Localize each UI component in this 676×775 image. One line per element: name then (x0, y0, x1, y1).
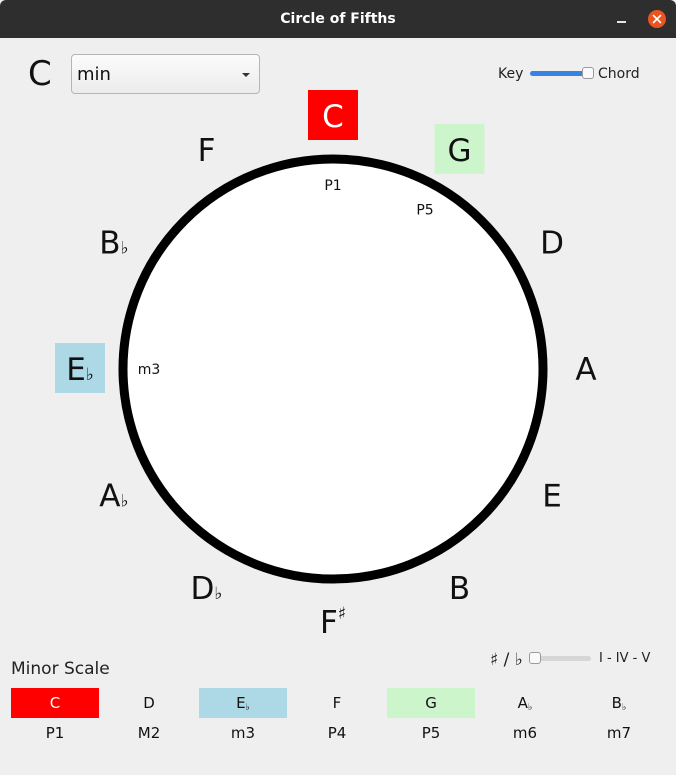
note-label: E (542, 479, 562, 515)
note-C[interactable]: C (308, 90, 358, 140)
scale-interval: m6 (512, 724, 538, 742)
sharp-flat-slider[interactable] (533, 656, 591, 661)
scale-note[interactable]: B♭ (575, 688, 663, 718)
scale-note[interactable]: F (293, 688, 381, 718)
note-B[interactable]: B (449, 571, 470, 607)
flat-symbol: ♭ (527, 702, 533, 714)
scale-title: Minor Scale (11, 659, 110, 679)
scale-note-label: F (332, 694, 342, 712)
scale-note-label: E (236, 694, 246, 712)
flat-symbol: ♭ (621, 702, 627, 714)
note-label: B♭ (99, 226, 128, 262)
note-Ab[interactable]: A♭ (99, 479, 128, 515)
note-Bb[interactable]: B♭ (99, 226, 128, 262)
scale-note-label: D (143, 694, 155, 712)
scale-interval: P1 (45, 724, 65, 742)
sharp-flat-slider-handle[interactable] (529, 652, 541, 664)
interval-label-C: P1 (324, 178, 341, 194)
note-A[interactable]: A (575, 352, 596, 388)
note-label: A♭ (99, 479, 128, 515)
flat-symbol: ♭ (245, 702, 250, 714)
scale-note-label: C (49, 694, 61, 712)
scale-note[interactable]: A♭ (481, 688, 569, 718)
scale-interval: m7 (606, 724, 632, 742)
note-label: D♭ (191, 571, 223, 607)
sharp-flat-toggle-label: ♯ / ♭ (490, 650, 523, 670)
note-E[interactable]: E (542, 479, 562, 515)
circle-ring (118, 154, 548, 584)
scale-interval: P5 (421, 724, 441, 742)
scale-note[interactable]: C (11, 688, 99, 718)
note-label: A (575, 352, 596, 388)
scale-interval: m3 (230, 724, 256, 742)
note-label: F♯ (320, 604, 346, 641)
scale-note[interactable]: E♭ (199, 688, 287, 718)
scale-note[interactable]: G (387, 688, 475, 718)
note-label: C (322, 99, 344, 135)
note-Db[interactable]: D♭ (191, 571, 223, 607)
note-D[interactable]: D (540, 226, 564, 262)
note-label: B (449, 571, 470, 607)
scale-note[interactable]: D (105, 688, 193, 718)
note-G[interactable]: G (434, 123, 485, 174)
note-Fs[interactable]: F♯ (320, 604, 346, 641)
note-Eb[interactable]: E♭ (55, 343, 105, 393)
note-label: D (540, 226, 564, 262)
interval-label-G: P5 (416, 203, 433, 219)
scale-interval: P4 (327, 724, 347, 742)
note-label: G (447, 133, 471, 169)
scale-note-label: B (611, 694, 622, 712)
scale-note-label: G (425, 694, 437, 712)
note-F[interactable]: F (198, 133, 216, 169)
scale-note-label: A (517, 694, 528, 712)
chord-progression-label: I - IV - V (599, 651, 651, 666)
note-label: F (198, 133, 216, 169)
interval-label-Eb: m3 (138, 362, 161, 378)
scale-interval: M2 (137, 724, 161, 742)
